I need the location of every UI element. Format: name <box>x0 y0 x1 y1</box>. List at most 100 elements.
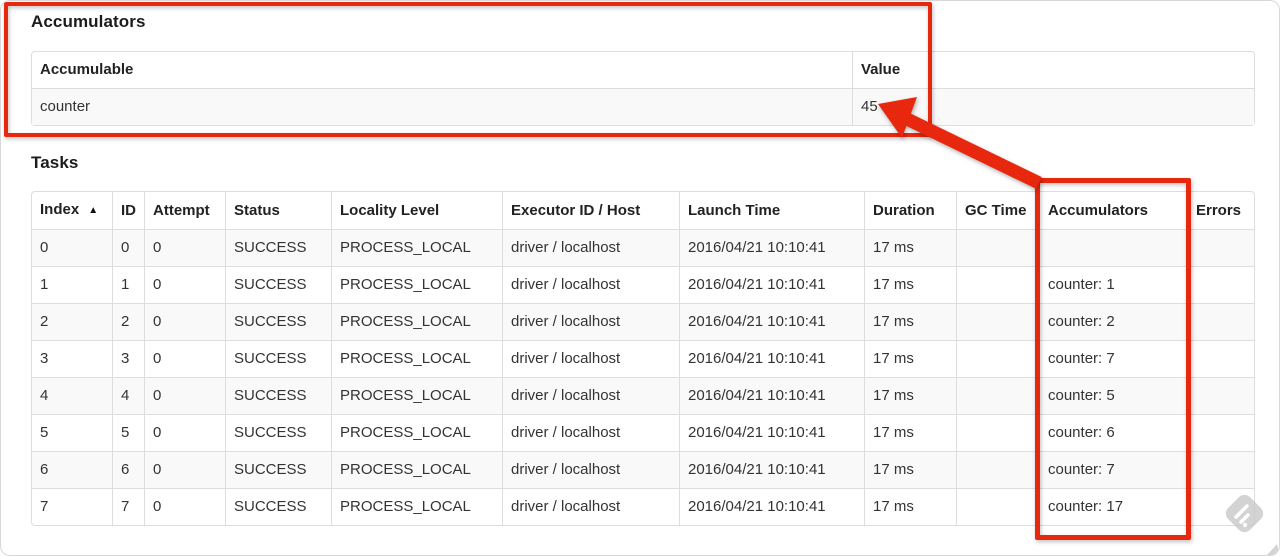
cell-gc-time <box>956 414 1039 451</box>
cell-executor-id-host: driver / localhost <box>502 229 679 266</box>
cell-gc-time <box>956 340 1039 377</box>
cell-launch-time: 2016/04/21 10:10:41 <box>679 414 864 451</box>
cell-id: 0 <box>112 229 144 266</box>
col-header-locality-level[interactable]: Locality Level <box>331 192 502 229</box>
cell-index: 5 <box>32 414 112 451</box>
cell-duration: 17 ms <box>864 229 956 266</box>
cell-gc-time <box>956 377 1039 414</box>
cell-index: 0 <box>32 229 112 266</box>
cell-accumulators: counter: 1 <box>1039 266 1187 303</box>
cell-attempt: 0 <box>144 451 225 488</box>
cell-gc-time <box>956 488 1039 525</box>
cell-attempt: 0 <box>144 340 225 377</box>
sort-ascending-icon: ▲ <box>88 205 99 216</box>
cell-index: 7 <box>32 488 112 525</box>
cell-accumulators: counter: 17 <box>1039 488 1187 525</box>
cell-index: 1 <box>32 266 112 303</box>
cell-accumulable-value: 45 <box>852 88 1254 125</box>
col-header-index-label: Index <box>40 201 80 218</box>
cell-status: SUCCESS <box>225 451 331 488</box>
task-row: 6 6 0 SUCCESS PROCESS_LOCAL driver / loc… <box>32 451 1254 488</box>
cell-attempt: 0 <box>144 488 225 525</box>
cell-errors <box>1187 229 1254 266</box>
task-row: 4 4 0 SUCCESS PROCESS_LOCAL driver / loc… <box>32 377 1254 414</box>
col-header-duration[interactable]: Duration <box>864 192 956 229</box>
cell-accumulators: counter: 7 <box>1039 451 1187 488</box>
cell-accumulable-name: counter <box>32 88 852 125</box>
col-header-status[interactable]: Status <box>225 192 331 229</box>
cell-duration: 17 ms <box>864 266 956 303</box>
cell-duration: 17 ms <box>864 340 956 377</box>
cell-executor-id-host: driver / localhost <box>502 266 679 303</box>
cell-status: SUCCESS <box>225 377 331 414</box>
cell-launch-time: 2016/04/21 10:10:41 <box>679 451 864 488</box>
cell-launch-time: 2016/04/21 10:10:41 <box>679 340 864 377</box>
cell-errors <box>1187 303 1254 340</box>
accumulators-table: Accumulable Value counter 45 <box>31 51 1255 126</box>
cell-attempt: 0 <box>144 377 225 414</box>
col-header-accumulators[interactable]: Accumulators <box>1039 192 1187 229</box>
cell-attempt: 0 <box>144 266 225 303</box>
col-header-launch-time[interactable]: Launch Time <box>679 192 864 229</box>
cell-locality-level: PROCESS_LOCAL <box>331 451 502 488</box>
cell-duration: 17 ms <box>864 377 956 414</box>
col-header-value: Value <box>852 52 1254 88</box>
cell-launch-time: 2016/04/21 10:10:41 <box>679 377 864 414</box>
col-header-errors[interactable]: Errors <box>1187 192 1254 229</box>
cell-errors <box>1187 340 1254 377</box>
cell-id: 1 <box>112 266 144 303</box>
cell-id: 3 <box>112 340 144 377</box>
cell-accumulators: counter: 6 <box>1039 414 1187 451</box>
cell-locality-level: PROCESS_LOCAL <box>331 303 502 340</box>
cell-executor-id-host: driver / localhost <box>502 451 679 488</box>
cell-duration: 17 ms <box>864 451 956 488</box>
col-header-attempt[interactable]: Attempt <box>144 192 225 229</box>
cell-errors <box>1187 266 1254 303</box>
cell-locality-level: PROCESS_LOCAL <box>331 229 502 266</box>
spark-ui-accumulators-page: Accumulators Accumulable Value counter 4… <box>0 0 1280 556</box>
cell-launch-time: 2016/04/21 10:10:41 <box>679 303 864 340</box>
cell-attempt: 0 <box>144 229 225 266</box>
cell-duration: 17 ms <box>864 488 956 525</box>
cell-id: 5 <box>112 414 144 451</box>
accumulators-section-title: Accumulators <box>31 12 146 31</box>
cell-executor-id-host: driver / localhost <box>502 340 679 377</box>
cell-accumulators: counter: 7 <box>1039 340 1187 377</box>
cell-status: SUCCESS <box>225 229 331 266</box>
cell-status: SUCCESS <box>225 414 331 451</box>
col-header-accumulable: Accumulable <box>40 61 134 78</box>
tasks-table: Index ▲ ID Attempt Status Locality Level … <box>31 191 1255 526</box>
task-row: 3 3 0 SUCCESS PROCESS_LOCAL driver / loc… <box>32 340 1254 377</box>
accumulators-header-row: Accumulable Value <box>32 52 1254 88</box>
cell-accumulators: counter: 2 <box>1039 303 1187 340</box>
tasks-header-row: Index ▲ ID Attempt Status Locality Level … <box>32 192 1254 229</box>
cell-id: 6 <box>112 451 144 488</box>
col-header-index[interactable]: Index ▲ <box>32 192 112 229</box>
cell-index: 3 <box>32 340 112 377</box>
cell-status: SUCCESS <box>225 266 331 303</box>
cell-attempt: 0 <box>144 303 225 340</box>
cell-locality-level: PROCESS_LOCAL <box>331 488 502 525</box>
cell-duration: 17 ms <box>864 303 956 340</box>
task-row: 2 2 0 SUCCESS PROCESS_LOCAL driver / loc… <box>32 303 1254 340</box>
cell-launch-time: 2016/04/21 10:10:41 <box>679 229 864 266</box>
cell-status: SUCCESS <box>225 488 331 525</box>
cell-executor-id-host: driver / localhost <box>502 414 679 451</box>
cell-locality-level: PROCESS_LOCAL <box>331 377 502 414</box>
task-row: 5 5 0 SUCCESS PROCESS_LOCAL driver / loc… <box>32 414 1254 451</box>
cell-locality-level: PROCESS_LOCAL <box>331 266 502 303</box>
task-row: 1 1 0 SUCCESS PROCESS_LOCAL driver / loc… <box>32 266 1254 303</box>
cell-id: 7 <box>112 488 144 525</box>
cell-launch-time: 2016/04/21 10:10:41 <box>679 488 864 525</box>
col-header-executor-id-host[interactable]: Executor ID / Host <box>502 192 679 229</box>
cell-errors <box>1187 414 1254 451</box>
cell-errors <box>1187 488 1254 525</box>
accumulator-row: counter 45 <box>32 88 1254 125</box>
cell-index: 4 <box>32 377 112 414</box>
cell-accumulators: counter: 5 <box>1039 377 1187 414</box>
cell-index: 6 <box>32 451 112 488</box>
col-header-id[interactable]: ID <box>112 192 144 229</box>
col-header-gc-time[interactable]: GC Time <box>956 192 1039 229</box>
tasks-section-title: Tasks <box>31 153 79 172</box>
cell-gc-time <box>956 451 1039 488</box>
